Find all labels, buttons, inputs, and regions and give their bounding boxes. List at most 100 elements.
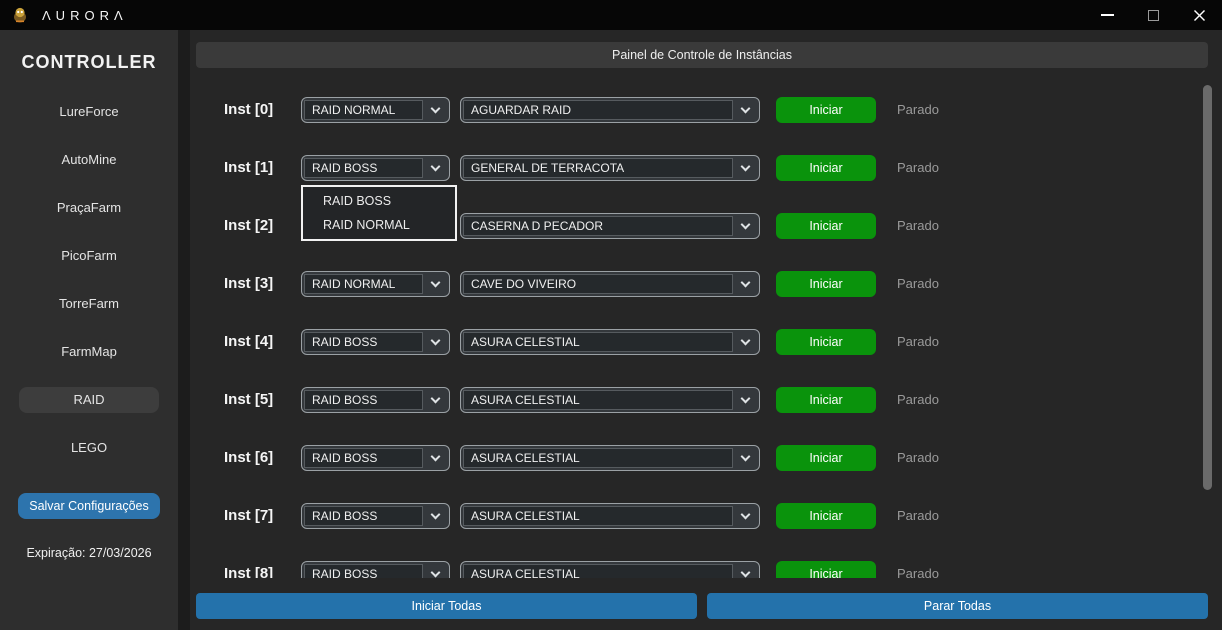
chevron-down-icon	[733, 100, 757, 120]
minimize-button[interactable]	[1084, 0, 1130, 30]
sidebar-divider	[178, 30, 190, 630]
chevron-down-icon	[733, 332, 757, 352]
mode-dropdown[interactable]: RAID BOSS	[301, 387, 450, 413]
instance-row: Inst [5] RAID BOSS ASURA CELESTIAL Inici…	[190, 387, 1222, 413]
stop-all-button[interactable]: Parar Todas	[707, 593, 1208, 619]
start-button[interactable]: Iniciar	[776, 155, 876, 181]
mode-dropdown[interactable]: RAID BOSS	[301, 155, 450, 181]
chevron-down-icon	[423, 448, 447, 468]
sidebar-heading: CONTROLLER	[0, 52, 178, 73]
start-button[interactable]: Iniciar	[776, 97, 876, 123]
start-all-button[interactable]: Iniciar Todas	[196, 593, 697, 619]
start-button[interactable]: Iniciar	[776, 561, 876, 578]
map-dropdown[interactable]: GENERAL DE TERRACOTA	[460, 155, 760, 181]
sidebar-item-farmmap[interactable]: FarmMap	[19, 339, 159, 365]
instance-label: Inst [6]	[224, 445, 273, 471]
mode-dropdown[interactable]: RAID BOSS	[301, 329, 450, 355]
close-button[interactable]	[1176, 0, 1222, 30]
mode-dropdown-open-list: RAID BOSS RAID NORMAL	[301, 185, 457, 241]
panel-title: Painel de Controle de Instâncias	[196, 42, 1208, 68]
sidebar-item-torrefarm[interactable]: TorreFarm	[19, 291, 159, 317]
status-text: Parado	[897, 445, 939, 471]
chevron-down-icon	[423, 506, 447, 526]
sidebar-item-lureforce[interactable]: LureForce	[19, 99, 159, 125]
map-dropdown[interactable]: CASERNA D PECADOR	[460, 213, 760, 239]
sidebar-item-pracafarm[interactable]: PraçaFarm	[19, 195, 159, 221]
mode-dropdown[interactable]: RAID NORMAL	[301, 271, 450, 297]
mode-dropdown[interactable]: RAID BOSS	[301, 561, 450, 578]
mode-dropdown[interactable]: RAID BOSS	[301, 445, 450, 471]
status-text: Parado	[897, 155, 939, 181]
chevron-down-icon	[733, 564, 757, 578]
instance-label: Inst [7]	[224, 503, 273, 529]
sidebar: CONTROLLER LureForce AutoMine PraçaFarm …	[0, 30, 178, 630]
instance-label: Inst [4]	[224, 329, 273, 355]
mode-dropdown[interactable]: RAID BOSS	[301, 503, 450, 529]
status-text: Parado	[897, 503, 939, 529]
status-text: Parado	[897, 561, 939, 578]
instance-label: Inst [8]	[224, 561, 273, 578]
sidebar-item-automine[interactable]: AutoMine	[19, 147, 159, 173]
instance-row: Inst [0] RAID NORMAL AGUARDAR RAID Inici…	[190, 97, 1222, 123]
chevron-down-icon	[423, 100, 447, 120]
status-text: Parado	[897, 97, 939, 123]
start-button[interactable]: Iniciar	[776, 445, 876, 471]
chevron-down-icon	[423, 158, 447, 178]
maximize-icon	[1148, 10, 1159, 21]
chevron-down-icon	[423, 564, 447, 578]
chevron-down-icon	[423, 332, 447, 352]
start-button[interactable]: Iniciar	[776, 387, 876, 413]
app-title: ΛURORΛ	[42, 8, 128, 23]
app-logo-icon	[10, 5, 30, 25]
chevron-down-icon	[733, 506, 757, 526]
dropdown-option-raid-boss[interactable]: RAID BOSS	[303, 189, 455, 213]
map-dropdown[interactable]: ASURA CELESTIAL	[460, 561, 760, 578]
instance-label: Inst [2]	[224, 213, 273, 239]
instance-row: Inst [6] RAID BOSS ASURA CELESTIAL Inici…	[190, 445, 1222, 471]
maximize-button[interactable]	[1130, 0, 1176, 30]
chevron-down-icon	[733, 448, 757, 468]
start-button[interactable]: Iniciar	[776, 213, 876, 239]
instance-row: Inst [7] RAID BOSS ASURA CELESTIAL Inici…	[190, 503, 1222, 529]
map-dropdown[interactable]: CAVE DO VIVEIRO	[460, 271, 760, 297]
close-icon	[1193, 9, 1206, 22]
instance-label: Inst [3]	[224, 271, 273, 297]
window-controls	[1084, 0, 1222, 30]
main-panel: Painel de Controle de Instâncias Inst [0…	[190, 30, 1222, 630]
chevron-down-icon	[733, 216, 757, 236]
map-dropdown[interactable]: ASURA CELESTIAL	[460, 445, 760, 471]
chevron-down-icon	[423, 274, 447, 294]
minimize-icon	[1101, 14, 1114, 16]
expiration-text: Expiração: 27/03/2026	[0, 546, 178, 560]
map-dropdown[interactable]: ASURA CELESTIAL	[460, 329, 760, 355]
sidebar-item-raid[interactable]: RAID	[19, 387, 159, 413]
status-text: Parado	[897, 213, 939, 239]
map-dropdown[interactable]: ASURA CELESTIAL	[460, 387, 760, 413]
chevron-down-icon	[733, 390, 757, 410]
instance-row: Inst [8] RAID BOSS ASURA CELESTIAL Inici…	[190, 561, 1222, 578]
map-dropdown[interactable]: ASURA CELESTIAL	[460, 503, 760, 529]
instance-row: Inst [3] RAID NORMAL CAVE DO VIVEIRO Ini…	[190, 271, 1222, 297]
chevron-down-icon	[733, 158, 757, 178]
start-button[interactable]: Iniciar	[776, 503, 876, 529]
save-config-button[interactable]: Salvar Configurações	[18, 493, 160, 519]
sidebar-item-lego[interactable]: LEGO	[19, 435, 159, 461]
status-text: Parado	[897, 387, 939, 413]
status-text: Parado	[897, 271, 939, 297]
sidebar-item-picofarm[interactable]: PicoFarm	[19, 243, 159, 269]
start-button[interactable]: Iniciar	[776, 271, 876, 297]
chevron-down-icon	[423, 390, 447, 410]
scrollbar-thumb[interactable]	[1203, 85, 1212, 490]
instance-label: Inst [0]	[224, 97, 273, 123]
dropdown-option-raid-normal[interactable]: RAID NORMAL	[303, 213, 455, 237]
instance-row: Inst [4] RAID BOSS ASURA CELESTIAL Inici…	[190, 329, 1222, 355]
instance-label: Inst [1]	[224, 155, 273, 181]
map-dropdown[interactable]: AGUARDAR RAID	[460, 97, 760, 123]
start-button[interactable]: Iniciar	[776, 329, 876, 355]
chevron-down-icon	[733, 274, 757, 294]
mode-dropdown[interactable]: RAID NORMAL	[301, 97, 450, 123]
instance-label: Inst [5]	[224, 387, 273, 413]
status-text: Parado	[897, 329, 939, 355]
titlebar: ΛURORΛ	[0, 0, 1222, 30]
instance-list: Painel de Controle de Instâncias Inst [0…	[190, 30, 1222, 578]
